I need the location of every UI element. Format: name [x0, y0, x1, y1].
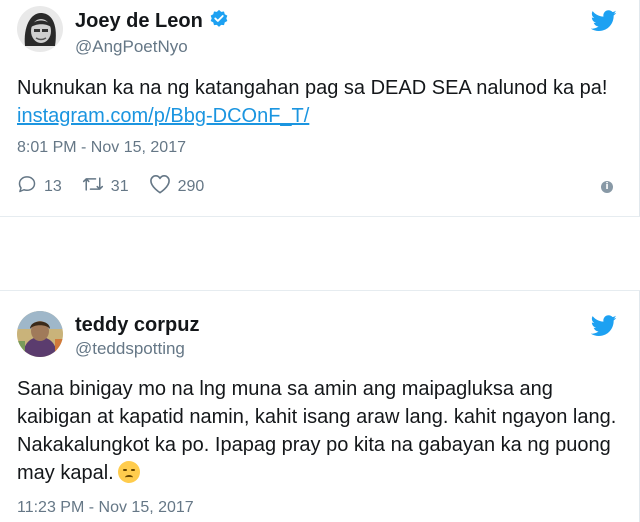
- retweet-button[interactable]: 31: [82, 174, 129, 199]
- instagram-link[interactable]: instagram.com/p/Bbg-DCOnF_T/: [17, 105, 309, 127]
- info-icon[interactable]: i: [601, 181, 613, 193]
- author-name[interactable]: Joey de Leon: [75, 10, 203, 33]
- like-button[interactable]: 290: [149, 174, 205, 199]
- heart-icon: [149, 174, 178, 199]
- avatar-joey[interactable]: [17, 6, 63, 52]
- tweet-text: Sana binigay mo na lng muna sa amin ang …: [17, 375, 621, 487]
- avatar-teddy[interactable]: [17, 311, 63, 357]
- like-count: 290: [177, 177, 205, 195]
- tweet-timestamp[interactable]: 11:23 PM - Nov 15, 2017: [17, 499, 194, 517]
- tweet-actions: 13 31 290: [17, 174, 224, 199]
- pensive-face-emoji-icon: [117, 461, 140, 483]
- reply-button[interactable]: 13: [17, 174, 62, 199]
- author-row: Joey de Leon: [75, 9, 229, 34]
- author-handle[interactable]: @teddspotting: [75, 339, 185, 359]
- retweet-icon: [82, 174, 111, 199]
- verified-badge-icon: [209, 9, 229, 34]
- tweet-card-joey: Joey de Leon @AngPoetNyo Nuknukan ka na …: [0, 0, 640, 217]
- tweet-text: Nuknukan ka na ng katangahan pag sa DEAD…: [17, 74, 621, 130]
- twitter-bird-icon[interactable]: [590, 10, 617, 32]
- tweet-text-body: Nuknukan ka na ng katangahan pag sa DEAD…: [17, 77, 608, 99]
- tweet-card-teddy: teddy corpuz @teddspotting Sana binigay …: [0, 290, 640, 522]
- retweet-count: 31: [110, 177, 129, 195]
- reply-count: 13: [44, 177, 62, 195]
- twitter-bird-icon[interactable]: [590, 315, 617, 337]
- author-name[interactable]: teddy corpuz: [75, 314, 199, 337]
- author-row: teddy corpuz: [75, 314, 199, 337]
- tweet-text-body: Sana binigay mo na lng muna sa amin ang …: [17, 378, 617, 484]
- tweet-timestamp[interactable]: 8:01 PM - Nov 15, 2017: [17, 139, 186, 157]
- author-handle[interactable]: @AngPoetNyo: [75, 37, 188, 57]
- reply-icon: [17, 174, 44, 199]
